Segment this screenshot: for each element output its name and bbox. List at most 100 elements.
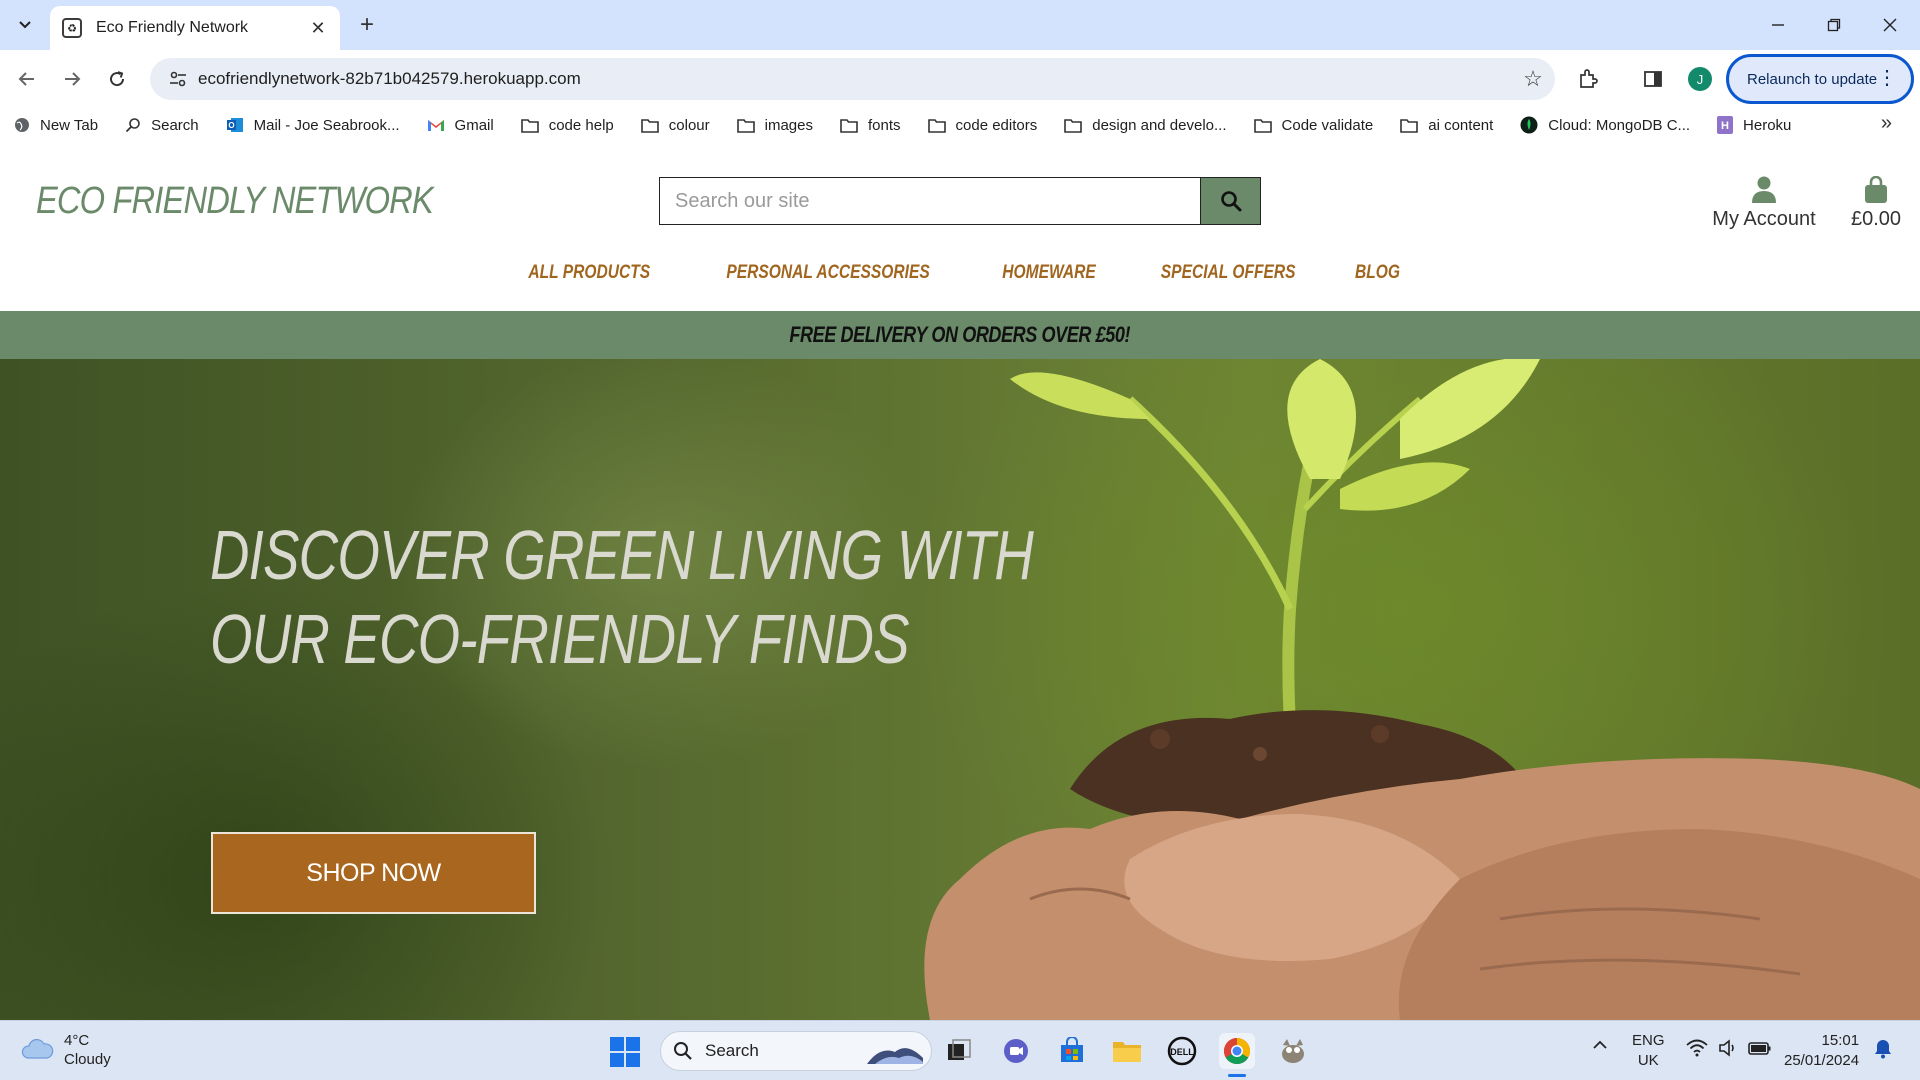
arrow-right-icon (65, 72, 81, 86)
nav-homeware[interactable]: HOMEWARE (1002, 262, 1095, 302)
close-tab-icon[interactable]: ✕ (308, 18, 328, 39)
extensions-icon[interactable] (1571, 62, 1605, 96)
show-hidden-icons[interactable] (1592, 1037, 1608, 1059)
bookmark-folder-colour[interactable]: colour (640, 117, 710, 134)
clock-date: 25/01/2024 (1784, 1052, 1860, 1069)
my-account-label: My Account (1712, 208, 1816, 230)
bookmark-folder-images[interactable]: images (736, 117, 813, 134)
battery-icon (1748, 1042, 1771, 1055)
hero-background-image (924, 359, 1920, 1020)
active-app-indicator (1228, 1074, 1246, 1077)
profile-avatar[interactable]: J (1688, 67, 1712, 91)
tab-search-button[interactable] (10, 10, 40, 40)
cloud-icon (21, 1038, 54, 1059)
folder-icon (927, 118, 946, 133)
taskbar-search[interactable]: Search (660, 1031, 932, 1071)
relaunch-update-button[interactable]: Relaunch to update ⋮ (1726, 54, 1914, 104)
new-tab-button[interactable]: + (352, 10, 382, 40)
nav-all-products[interactable]: ALL PRODUCTS (528, 262, 650, 302)
minimize-icon[interactable] (1750, 0, 1806, 50)
dell-app-icon[interactable]: DELL (1164, 1033, 1200, 1069)
site-favicon-icon: ♻ (62, 18, 82, 38)
shopping-bag-icon (1865, 176, 1887, 203)
weather-temp: 4°C (64, 1032, 90, 1049)
reload-icon (110, 71, 125, 87)
gimp-app-icon[interactable] (1275, 1033, 1311, 1069)
weather-desc: Cloudy (64, 1051, 111, 1068)
bookmarks-bar: New Tab Search O Mail - Joe Seabrook... … (0, 108, 1920, 142)
nav-special-offers[interactable]: SPECIAL OFFERS (1160, 262, 1295, 302)
forward-button[interactable] (55, 62, 89, 96)
volume-icon (1719, 1039, 1734, 1057)
bookmark-mail[interactable]: O Mail - Joe Seabrook... (226, 117, 400, 134)
heroku-icon: H (1717, 116, 1734, 134)
close-window-icon[interactable] (1862, 0, 1918, 50)
file-explorer-icon[interactable] (1109, 1033, 1145, 1069)
main-navigation: ALL PRODUCTS PERSONAL ACCESSORIES HOMEWA… (0, 262, 1920, 302)
bookmark-search[interactable]: Search (125, 117, 199, 134)
my-account-link[interactable]: My Account (1712, 172, 1816, 231)
start-button[interactable] (610, 1037, 640, 1072)
language-indicator[interactable]: ENG UK (1632, 1031, 1665, 1071)
teams-chat-icon[interactable] (998, 1033, 1034, 1069)
gmail-icon (427, 118, 445, 132)
microsoft-store-icon[interactable] (1054, 1033, 1090, 1069)
bookmark-folder-ai-content[interactable]: ai content (1400, 117, 1493, 134)
chevron-down-icon (19, 21, 31, 29)
folder-icon (640, 118, 659, 133)
bookmark-heroku[interactable]: H Heroku (1717, 116, 1791, 134)
folder-icon (1064, 118, 1083, 133)
back-button[interactable] (10, 62, 44, 96)
bookmark-folder-code-editors[interactable]: code editors (927, 117, 1037, 134)
chrome-taskbar-icon[interactable] (1219, 1033, 1255, 1077)
user-icon (1752, 176, 1776, 203)
arrow-left-icon (18, 72, 34, 86)
site-info-icon[interactable] (158, 69, 198, 89)
bookmark-gmail[interactable]: Gmail (427, 117, 494, 134)
nav-blog[interactable]: BLOG (1355, 262, 1400, 302)
folder-icon (1400, 118, 1419, 133)
url-text[interactable]: ecofriendlynetwork-82b71b042579.herokuap… (198, 69, 1511, 89)
chevron-up-icon (1593, 1040, 1607, 1049)
search-icon (1220, 191, 1242, 212)
clock-time: 15:01 (1821, 1032, 1860, 1049)
shopping-bag-link[interactable]: £0.00 (1846, 172, 1906, 231)
svg-text:O: O (228, 121, 234, 130)
bookmark-new-tab[interactable]: New Tab (14, 117, 98, 134)
site-search-input[interactable] (659, 177, 1201, 225)
more-bookmarks-icon[interactable]: » (1881, 112, 1892, 135)
clock[interactable]: 15:01 25/01/2024 (1784, 1031, 1859, 1071)
side-panel-icon[interactable] (1636, 62, 1670, 96)
weather-widget[interactable]: 4°C Cloudy (20, 1031, 111, 1069)
search-highlight-icon (867, 1048, 923, 1064)
tab-title: Eco Friendly Network (96, 19, 249, 36)
folder-icon (520, 118, 539, 133)
menu-dots-icon[interactable]: ⋮ (1877, 67, 1897, 89)
taskbar-search-label: Search (705, 1041, 759, 1060)
reload-button[interactable] (100, 62, 134, 96)
restore-icon[interactable] (1806, 0, 1862, 50)
wifi-icon (1686, 1039, 1708, 1057)
globe-icon (14, 117, 30, 133)
address-bar[interactable]: ecofriendlynetwork-82b71b042579.herokuap… (150, 58, 1555, 100)
website-viewport: ECO FRIENDLY NETWORK My Account £0.00 AL… (0, 142, 1920, 1020)
windows-logo-icon (610, 1037, 640, 1067)
site-logo[interactable]: ECO FRIENDLY NETWORK (36, 180, 434, 223)
task-view-icon[interactable] (941, 1033, 977, 1069)
cart-total: £0.00 (1850, 208, 1902, 230)
folder-icon (736, 118, 755, 133)
site-search-button[interactable] (1200, 177, 1261, 225)
bookmark-folder-fonts[interactable]: fonts (840, 117, 901, 134)
browser-tab-active[interactable]: ♻ Eco Friendly Network ✕ (50, 6, 340, 50)
bookmark-folder-code-validate[interactable]: Code validate (1253, 117, 1373, 134)
bookmark-folder-design[interactable]: design and develo... (1064, 117, 1227, 134)
bookmark-mongodb[interactable]: Cloud: MongoDB C... (1520, 116, 1690, 134)
system-tray-icons[interactable] (1686, 1039, 1772, 1063)
nav-personal-accessories[interactable]: PERSONAL ACCESSORIES (726, 262, 929, 302)
notification-bell-icon[interactable] (1874, 1039, 1892, 1065)
bookmark-star-icon[interactable]: ☆ (1511, 66, 1555, 92)
folder-icon (1253, 118, 1272, 133)
hero-section: DISCOVER GREEN LIVING WITH OUR ECO-FRIEN… (0, 359, 1920, 1020)
bookmark-folder-code-help[interactable]: code help (520, 117, 614, 134)
shop-now-button[interactable]: SHOP NOW (211, 832, 536, 914)
